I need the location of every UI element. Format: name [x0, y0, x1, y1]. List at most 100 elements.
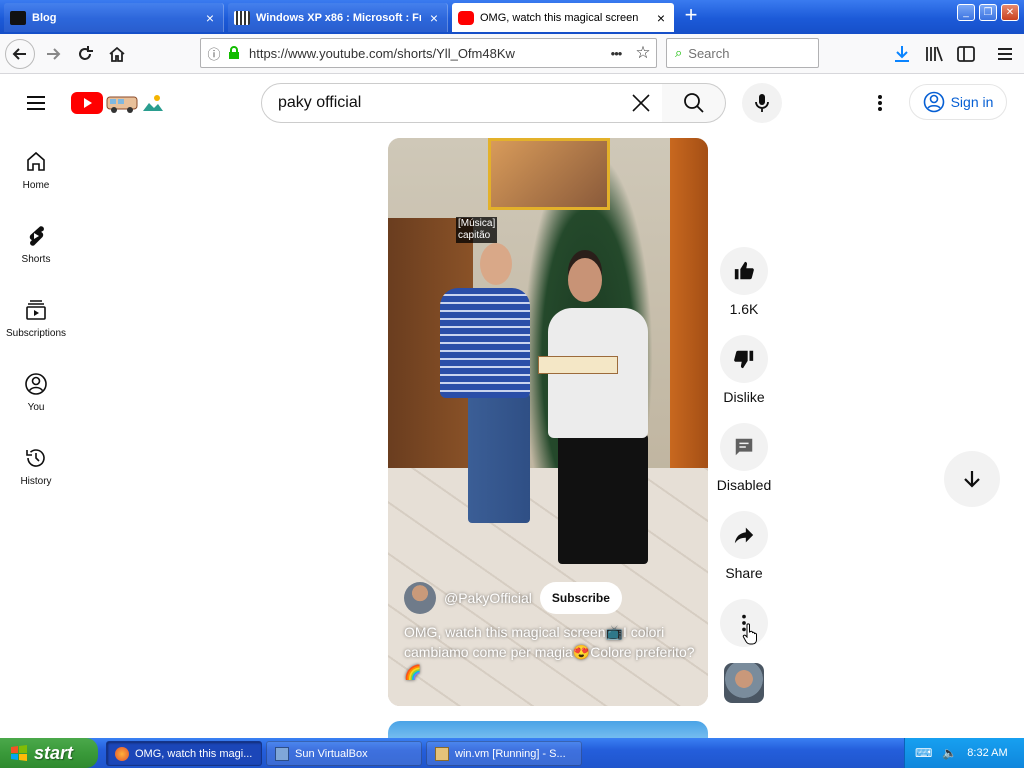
arrow-down-icon — [964, 471, 980, 488]
menu-button[interactable] — [990, 39, 1020, 69]
like-button[interactable] — [720, 247, 768, 295]
share-button[interactable] — [720, 511, 768, 559]
subscribe-button[interactable]: Subscribe — [539, 582, 622, 614]
youtube-search-button[interactable] — [662, 83, 726, 123]
guide-menu-button[interactable] — [24, 91, 48, 115]
tab-youtube-active[interactable]: OMG, watch this magical screen × — [452, 3, 674, 32]
browser-search-field[interactable]: ⌕ Search — [666, 38, 819, 68]
comments-label: Disabled — [716, 477, 772, 493]
tab-windows-xp[interactable]: Windows XP x86 : Microsoft : Fre × — [228, 3, 448, 32]
sign-in-label: Sign in — [950, 94, 994, 110]
minimize-button[interactable]: _ — [957, 4, 975, 21]
comments-button[interactable] — [720, 423, 768, 471]
downloads-button[interactable] — [887, 39, 917, 69]
sidebar-item-label: Subscriptions — [5, 328, 67, 339]
voice-search-button[interactable] — [742, 83, 782, 123]
keyboard-icon[interactable]: ⌨ — [915, 746, 932, 760]
taskbar-item-vm[interactable]: win.vm [Running] - S... — [426, 741, 582, 766]
new-tab-button[interactable]: + — [680, 4, 702, 28]
channel-avatar[interactable] — [404, 582, 436, 614]
channel-row: @PakyOfficial Subscribe — [404, 582, 622, 614]
video-scene-book — [538, 356, 618, 374]
bookmark-star-icon[interactable]: ☆ — [630, 43, 656, 63]
sidebar-item-label: You — [27, 402, 45, 413]
sound-source-thumbnail[interactable] — [724, 663, 764, 703]
sidebar-item-shorts[interactable]: Shorts — [0, 224, 72, 298]
info-icon[interactable]: ⓘ — [201, 44, 227, 63]
sidebar-item-history[interactable]: History — [0, 446, 72, 520]
search-query: paky official — [278, 94, 362, 111]
restore-button[interactable]: ❐ — [979, 4, 997, 21]
video-title[interactable]: OMG, watch this magical screen📺I colori … — [404, 622, 696, 682]
lock-icon — [229, 46, 239, 59]
clear-search-icon[interactable] — [630, 92, 652, 114]
page-actions-button[interactable]: ••• — [602, 46, 630, 61]
sidebar-item-home[interactable]: Home — [0, 150, 72, 224]
share-action: Share — [718, 511, 770, 581]
vm-window-icon — [435, 746, 449, 761]
sidebar-toggle-button[interactable] — [951, 39, 981, 69]
sidebar-item-you[interactable]: You — [0, 372, 72, 446]
youtube-search-input[interactable]: paky official — [261, 83, 663, 123]
settings-more-button[interactable] — [868, 91, 892, 115]
history-icon — [26, 449, 45, 467]
taskbar-item-virtualbox[interactable]: Sun VirtualBox — [266, 741, 422, 766]
caption-line: [Música] — [458, 218, 496, 229]
hand-cursor-icon — [742, 623, 758, 645]
youtube-favicon-icon — [458, 10, 474, 25]
navigation-bar: ⓘ https://www.youtube.com/shorts/Yll_Ofm… — [0, 34, 1024, 74]
sidebar-icon — [957, 46, 975, 62]
dislike-button[interactable] — [720, 335, 768, 383]
archive-favicon-icon — [234, 10, 250, 25]
home-icon — [109, 46, 125, 62]
next-video-button[interactable] — [944, 451, 1000, 507]
start-label: start — [34, 742, 74, 763]
youtube-logo[interactable] — [71, 90, 163, 116]
like-action: 1.6K — [718, 247, 770, 317]
channel-name[interactable]: @PakyOfficial — [444, 590, 532, 606]
close-window-button[interactable]: ✕ — [1001, 4, 1019, 21]
tab-blog[interactable]: Blog × — [4, 3, 224, 32]
forward-button[interactable] — [38, 39, 68, 69]
thumbs-down-icon — [734, 350, 754, 369]
home-icon — [27, 151, 45, 171]
shorts-video-player[interactable]: [Música] capitão @PakyOfficial Subscribe… — [388, 138, 708, 706]
shorts-icon — [29, 226, 44, 246]
taskbar-item-label: Sun VirtualBox — [295, 747, 368, 760]
video-scene-person — [568, 258, 602, 302]
taskbar-item-firefox[interactable]: OMG, watch this magi... — [106, 741, 262, 766]
reload-button[interactable] — [70, 39, 100, 69]
home-button[interactable] — [102, 39, 132, 69]
tab-title: Blog — [32, 11, 57, 24]
tab-title: OMG, watch this magical screen — [480, 11, 639, 24]
url-text: https://www.youtube.com/shorts/Yll_Ofm48… — [249, 45, 515, 61]
hamburger-icon — [998, 48, 1012, 60]
close-icon[interactable]: × — [203, 10, 217, 26]
taskbar-item-label: win.vm [Running] - S... — [455, 747, 566, 760]
back-arrow-icon — [12, 48, 26, 60]
clock[interactable]: 8:32 AM — [967, 747, 1007, 759]
close-icon[interactable]: × — [427, 10, 441, 26]
microphone-icon — [755, 94, 769, 112]
search-engine-icon: ⌕ — [675, 45, 683, 60]
download-icon — [895, 46, 909, 62]
video-scene-person — [440, 288, 530, 398]
dislike-label: Dislike — [723, 389, 765, 405]
sign-in-button[interactable]: Sign in — [909, 84, 1007, 120]
youtube-play-logo-icon — [71, 92, 103, 114]
sidebar-item-subscriptions[interactable]: Subscriptions — [0, 298, 72, 372]
share-arrow-icon — [734, 527, 754, 544]
hamburger-icon — [27, 96, 45, 110]
close-icon[interactable]: × — [654, 10, 668, 26]
caption-line: capitão — [458, 230, 491, 241]
back-button[interactable] — [5, 39, 35, 69]
volume-icon[interactable]: 🔈 — [942, 746, 957, 760]
doodle-van-icon — [106, 96, 138, 113]
windows-taskbar: start OMG, watch this magi... Sun Virtua… — [0, 738, 1024, 768]
start-button[interactable]: start — [0, 738, 98, 768]
reload-icon — [79, 46, 93, 60]
library-button[interactable] — [919, 39, 949, 69]
video-scene-person — [558, 434, 648, 564]
url-bar[interactable]: ⓘ https://www.youtube.com/shorts/Yll_Ofm… — [200, 38, 657, 68]
sidebar-item-label: Home — [22, 180, 50, 191]
